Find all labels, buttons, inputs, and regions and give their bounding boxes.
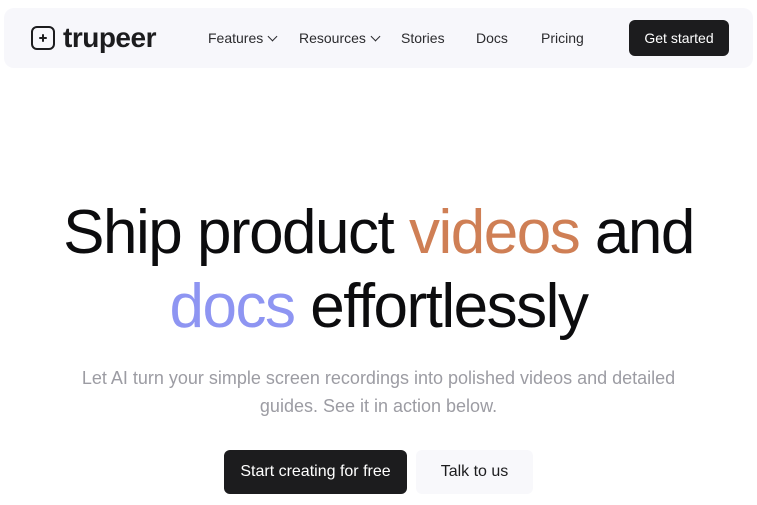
nav-item-label: Pricing bbox=[541, 30, 584, 46]
get-started-button[interactable]: Get started bbox=[629, 20, 729, 56]
hero-title-text: and bbox=[579, 198, 695, 267]
nav-item-label: Docs bbox=[476, 30, 508, 46]
nav-item-features[interactable]: Features bbox=[208, 29, 278, 47]
nav-item-label: Stories bbox=[401, 30, 445, 46]
brand-logo[interactable]: trupeer bbox=[31, 20, 156, 56]
hero-title-accent-videos: videos bbox=[408, 198, 581, 267]
nav-item-pricing[interactable]: Pricing bbox=[541, 29, 584, 47]
brand-name: trupeer bbox=[63, 22, 156, 53]
hero-title-line-1: Ship product videos and bbox=[0, 196, 757, 270]
start-creating-button[interactable]: Start creating for free bbox=[224, 450, 407, 494]
talk-to-us-button[interactable]: Talk to us bbox=[416, 450, 533, 494]
nav-item-label: Resources bbox=[299, 30, 366, 46]
chevron-down-icon bbox=[370, 31, 381, 41]
nav-item-label: Features bbox=[208, 30, 264, 46]
nav-item-resources[interactable]: Resources bbox=[299, 29, 381, 47]
nav-item-stories[interactable]: Stories bbox=[401, 29, 445, 47]
hero-title-line-2: docs effortlessly bbox=[0, 270, 757, 344]
nav-item-docs[interactable]: Docs bbox=[476, 29, 508, 47]
top-navbar: trupeer Features Resources Stories Docs … bbox=[4, 8, 753, 68]
plus-square-icon bbox=[31, 26, 55, 50]
hero-title-accent-docs: docs bbox=[169, 272, 296, 341]
hero-title-text: Ship product bbox=[63, 198, 409, 267]
hero-title-text: effortlessly bbox=[294, 272, 589, 341]
hero-subtitle: Let AI turn your simple screen recording… bbox=[81, 368, 676, 416]
chevron-down-icon bbox=[267, 31, 278, 41]
